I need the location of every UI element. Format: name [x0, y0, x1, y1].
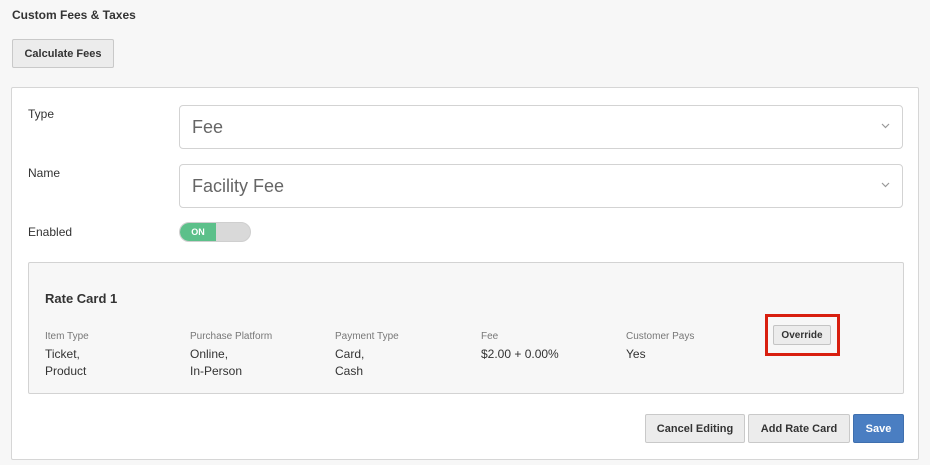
save-button[interactable]: Save: [853, 414, 904, 443]
item-type-column: Item Type Ticket, Product: [45, 331, 89, 380]
customer-pays-header: Customer Pays: [626, 331, 695, 342]
purchase-platform-column: Purchase Platform Online, In-Person: [190, 331, 272, 380]
rate-card: Rate Card 1 Item Type Ticket, Product Pu…: [28, 262, 904, 394]
purchase-platform-value: Online,: [190, 347, 229, 361]
fee-value: $2.00 + 0.00%: [481, 347, 559, 361]
override-highlight-box: Override: [765, 314, 840, 356]
enabled-toggle[interactable]: ON: [179, 222, 251, 242]
enabled-label: Enabled: [28, 225, 73, 239]
fee-header: Fee: [481, 331, 499, 342]
chevron-down-icon: [881, 121, 890, 130]
calculate-fees-button[interactable]: Calculate Fees: [12, 39, 114, 68]
customer-pays-column: Customer Pays Yes: [626, 331, 694, 363]
chevron-down-icon: [881, 180, 890, 189]
fee-column: Fee $2.00 + 0.00%: [481, 331, 559, 363]
payment-type-value: Card,: [335, 347, 365, 361]
payment-type-value: Cash: [335, 364, 364, 378]
item-type-value: Ticket,: [45, 347, 80, 361]
override-button[interactable]: Override: [773, 325, 831, 345]
item-type-header: Item Type: [45, 331, 89, 342]
rate-card-title: Rate Card 1: [45, 291, 118, 306]
type-select[interactable]: Fee: [179, 105, 903, 149]
name-select-value: Facility Fee: [192, 175, 285, 196]
payment-type-column: Payment Type Card, Cash: [335, 331, 399, 380]
purchase-platform-value: In-Person: [190, 364, 243, 378]
fee-edit-panel: Type Fee Name Facility Fee Enabled ON Ra…: [11, 87, 919, 460]
payment-type-header: Payment Type: [335, 331, 399, 342]
toggle-on-indicator: ON: [180, 223, 216, 241]
name-label: Name: [28, 166, 61, 180]
purchase-platform-header: Purchase Platform: [190, 331, 273, 342]
cancel-editing-button[interactable]: Cancel Editing: [645, 414, 745, 443]
name-select[interactable]: Facility Fee: [179, 164, 903, 208]
type-select-value: Fee: [192, 116, 224, 137]
customer-pays-value: Yes: [626, 347, 646, 361]
add-rate-card-button[interactable]: Add Rate Card: [748, 414, 850, 443]
type-label: Type: [28, 107, 55, 121]
item-type-value: Product: [45, 364, 87, 378]
page-title: Custom Fees & Taxes: [12, 8, 136, 22]
